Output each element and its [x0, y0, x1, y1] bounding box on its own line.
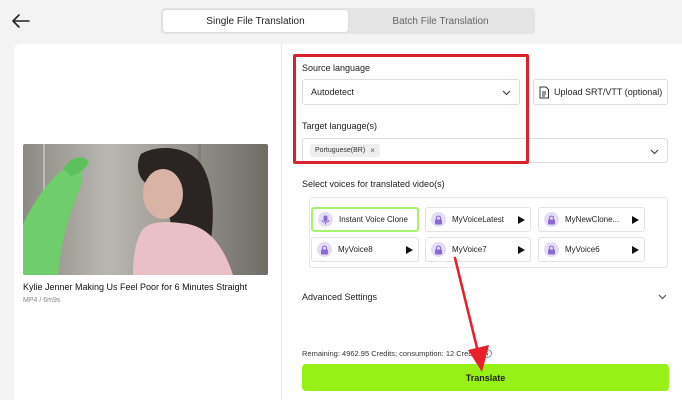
credits-info: Remaining: 4962.95 Credits; consumption:…: [302, 349, 492, 358]
voice-name: Instant Voice Clone: [339, 215, 408, 224]
microphone-icon: [318, 212, 333, 227]
chevron-down-icon[interactable]: [658, 294, 667, 300]
voice-card-myvoice7[interactable]: MyVoice7: [425, 237, 531, 262]
chevron-down-icon: [502, 90, 511, 96]
voice-name: MyNewClone...: [565, 215, 620, 224]
chevron-down-icon: [650, 149, 659, 155]
source-language-label: Source language: [302, 63, 371, 73]
voice-card-mynewclone[interactable]: MyNewClone...: [538, 207, 645, 232]
play-icon[interactable]: [632, 215, 639, 224]
play-icon[interactable]: [632, 245, 639, 254]
tab-single-file[interactable]: Single File Translation: [163, 10, 348, 32]
video-title: Kylie Jenner Making Us Feel Poor for 6 M…: [23, 282, 248, 292]
document-icon: [539, 86, 549, 98]
lock-icon: [431, 212, 446, 227]
play-icon[interactable]: [406, 245, 413, 254]
voice-card-myvoice8[interactable]: MyVoice8: [311, 237, 419, 262]
info-icon[interactable]: [483, 349, 492, 358]
target-language-label: Target language(s): [302, 121, 378, 131]
lock-icon: [431, 242, 446, 257]
play-icon[interactable]: [518, 215, 525, 224]
remove-chip-icon[interactable]: ×: [370, 146, 375, 155]
target-language-chip: Portuguese(BR) ×: [310, 144, 380, 157]
voice-card-myvoice6[interactable]: MyVoice6: [538, 237, 645, 262]
source-language-value: Autodetect: [311, 87, 355, 97]
voice-name: MyVoiceLatest: [452, 215, 505, 224]
voice-card-instant-voice-clone[interactable]: Instant Voice Clone: [311, 207, 419, 232]
advanced-settings-toggle[interactable]: Advanced Settings: [302, 292, 377, 302]
tab-batch-file[interactable]: Batch File Translation: [348, 10, 533, 32]
voice-name: MyVoice8: [338, 245, 373, 254]
mode-tabs: Single File Translation Batch File Trans…: [161, 8, 535, 34]
video-meta: MP4 / 6m9s: [23, 297, 61, 304]
voice-name: MyVoice6: [565, 245, 600, 254]
translate-button[interactable]: Translate: [302, 364, 669, 391]
video-thumbnail[interactable]: [23, 144, 268, 275]
credits-text: Remaining: 4962.95 Credits; consumption:…: [302, 349, 481, 358]
voice-name: MyVoice7: [452, 245, 487, 254]
voices-label: Select voices for translated video(s): [302, 179, 445, 189]
chip-label: Portuguese(BR): [315, 147, 366, 154]
upload-subtitle-label: Upload SRT/VTT (optional): [554, 87, 663, 97]
lock-icon: [544, 212, 559, 227]
source-language-select[interactable]: Autodetect: [302, 79, 520, 105]
upload-subtitle-button[interactable]: Upload SRT/VTT (optional): [533, 79, 668, 105]
lock-icon: [544, 242, 559, 257]
target-language-select[interactable]: Portuguese(BR) ×: [302, 138, 668, 163]
panel-divider: [281, 44, 282, 400]
voice-card-myvoicelatest[interactable]: MyVoiceLatest: [425, 207, 531, 232]
back-arrow-icon[interactable]: [10, 10, 32, 32]
play-icon[interactable]: [518, 245, 525, 254]
lock-icon: [317, 242, 332, 257]
